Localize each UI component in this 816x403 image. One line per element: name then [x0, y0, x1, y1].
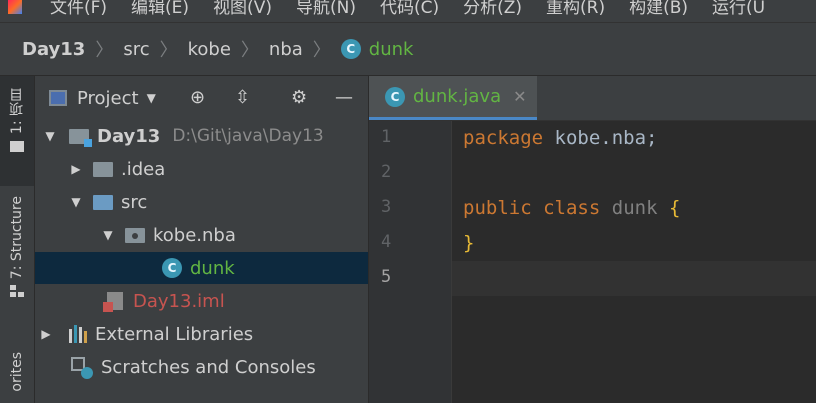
breadcrumb-kobe[interactable]: kobe: [188, 39, 231, 60]
tree-item-src[interactable]: ▼ src: [35, 186, 368, 218]
menu-code[interactable]: 代码(C): [380, 0, 439, 18]
project-view-selector[interactable]: Project ▼: [49, 88, 156, 109]
tree-item-label: Scratches and Consoles: [101, 356, 316, 378]
code-line-1: package kobe.nba;: [463, 121, 657, 156]
project-folder-icon: [69, 128, 92, 147]
tree-item-day13[interactable]: ▼ Day13 D:\Git\java\Day13: [35, 120, 368, 152]
tab-favorites-label: orites: [9, 352, 25, 392]
editor-area: C dunk.java ✕ 1 2 3 4 5 package kobe.nba…: [369, 76, 816, 403]
scratches-icon: [71, 357, 93, 379]
tree-item-scratches[interactable]: Scratches and Consoles: [35, 351, 368, 383]
line-number: 3: [381, 197, 392, 217]
tree-item-label: Day13: [97, 125, 161, 147]
libraries-icon: [69, 325, 87, 343]
breadcrumb-src[interactable]: src: [123, 39, 149, 60]
current-line-highlight: [452, 261, 816, 296]
project-panel: Project ▼ ⊕ ⇳ ⚙ — ▼ Day13 D:\Git\java\Da…: [35, 76, 369, 403]
project-path: D:\Git\java\Day13: [172, 126, 324, 146]
tab-project-label: 1: 项目: [9, 88, 25, 135]
close-brace: }: [463, 232, 475, 254]
expanded-arrow-icon[interactable]: ▼: [97, 228, 119, 242]
tree-item-external-libraries[interactable]: ▶ External Libraries: [35, 318, 368, 350]
locate-icon[interactable]: ⊕: [190, 88, 205, 108]
expanded-arrow-icon[interactable]: ▼: [39, 129, 61, 143]
menu-build[interactable]: 构建(B): [629, 0, 688, 18]
source-folder-icon: [93, 194, 113, 210]
breadcrumb-nba[interactable]: nba: [269, 39, 303, 60]
minimize-icon[interactable]: —: [335, 88, 353, 108]
project-title: Project: [77, 87, 139, 109]
open-brace: {: [668, 197, 681, 219]
caret-down-icon: ▼: [146, 91, 156, 105]
left-tool-strip: 1: 项目 7: Structure orites: [0, 76, 35, 403]
collapse-all-icon[interactable]: ⇳: [235, 88, 250, 108]
package-icon: [125, 227, 145, 243]
structure-icon: [10, 285, 24, 298]
keyword-class: class: [543, 197, 601, 219]
chevron-right-icon: 〉: [240, 40, 259, 61]
project-window-icon: [49, 90, 67, 106]
iml-file-icon: [103, 292, 123, 312]
line-number-gutter: 1 2 3 4 5: [369, 121, 452, 403]
breadcrumb-dunk[interactable]: C dunk: [340, 38, 414, 60]
expanded-arrow-icon[interactable]: ▼: [65, 195, 87, 209]
keyword-package: package: [463, 127, 544, 149]
menu-edit[interactable]: 编辑(E): [131, 0, 189, 18]
keyword-public: public: [463, 197, 532, 219]
tree-item-label: External Libraries: [95, 323, 254, 345]
java-class-icon: C: [340, 39, 361, 59]
intellij-logo-icon: [8, 0, 22, 14]
tree-item-kobe-nba[interactable]: ▼ kobe.nba: [35, 219, 368, 251]
breadcrumb-project[interactable]: Day13: [22, 39, 85, 60]
collapsed-arrow-icon[interactable]: ▶: [35, 327, 57, 341]
tree-item-idea[interactable]: ▶ .idea: [35, 153, 368, 185]
menu-analyze[interactable]: 分析(Z): [463, 0, 522, 18]
class-name: dunk: [611, 197, 658, 219]
line-number-current: 5: [381, 267, 392, 287]
line-number: 4: [381, 232, 392, 252]
editor-tab-label: dunk.java: [413, 86, 502, 107]
tree-item-label: Day13.iml: [133, 290, 225, 312]
menu-run[interactable]: 运行(U: [712, 0, 765, 18]
tree-item-day13-iml[interactable]: Day13.iml: [35, 285, 368, 317]
menu-refactor[interactable]: 重构(R): [546, 0, 605, 18]
editor-tab-bar: C dunk.java ✕: [369, 76, 816, 121]
line-number: 2: [381, 162, 392, 182]
gear-icon[interactable]: ⚙: [291, 88, 307, 108]
java-class-icon: C: [385, 86, 405, 107]
menu-bar: 文件(F) 编辑(E) 视图(V) 导航(N) 代码(C) 分析(Z) 重构(R…: [0, 0, 816, 23]
code-line-3: public class dunk {: [463, 191, 680, 226]
breadcrumb: Day13 〉 src 〉 kobe 〉 nba 〉 C dunk: [0, 23, 816, 76]
menu-navigate[interactable]: 导航(N): [296, 0, 356, 18]
tab-structure[interactable]: 7: Structure: [0, 192, 34, 322]
tab-structure-label: 7: Structure: [9, 196, 25, 280]
menu-file[interactable]: 文件(F): [50, 0, 107, 18]
tree-item-label: dunk: [190, 257, 235, 279]
tab-favorites[interactable]: orites: [0, 352, 34, 403]
tab-project[interactable]: 1: 项目: [0, 76, 34, 186]
breadcrumb-dunk-label: dunk: [368, 38, 414, 60]
collapsed-arrow-icon[interactable]: ▶: [65, 162, 87, 176]
java-class-icon: C: [162, 258, 182, 278]
tree-item-dunk[interactable]: C dunk: [35, 252, 368, 284]
tree-item-label: .idea: [121, 158, 166, 180]
line-number: 1: [381, 127, 392, 147]
folder-icon: [93, 161, 113, 177]
tree-item-label: kobe.nba: [153, 224, 236, 246]
chevron-right-icon: 〉: [95, 40, 114, 61]
editor-tab-dunk[interactable]: C dunk.java ✕: [369, 76, 537, 120]
tree-item-label: src: [121, 191, 148, 213]
folder-icon: [10, 141, 24, 153]
close-icon[interactable]: ✕: [513, 87, 526, 106]
chevron-right-icon: 〉: [312, 40, 331, 61]
project-toolbar: Project ▼ ⊕ ⇳ ⚙ —: [35, 76, 368, 120]
menu-view[interactable]: 视图(V): [213, 0, 272, 18]
code-line-4: }: [463, 226, 474, 261]
chevron-right-icon: 〉: [159, 40, 178, 61]
package-name: kobe.nba;: [543, 127, 658, 149]
